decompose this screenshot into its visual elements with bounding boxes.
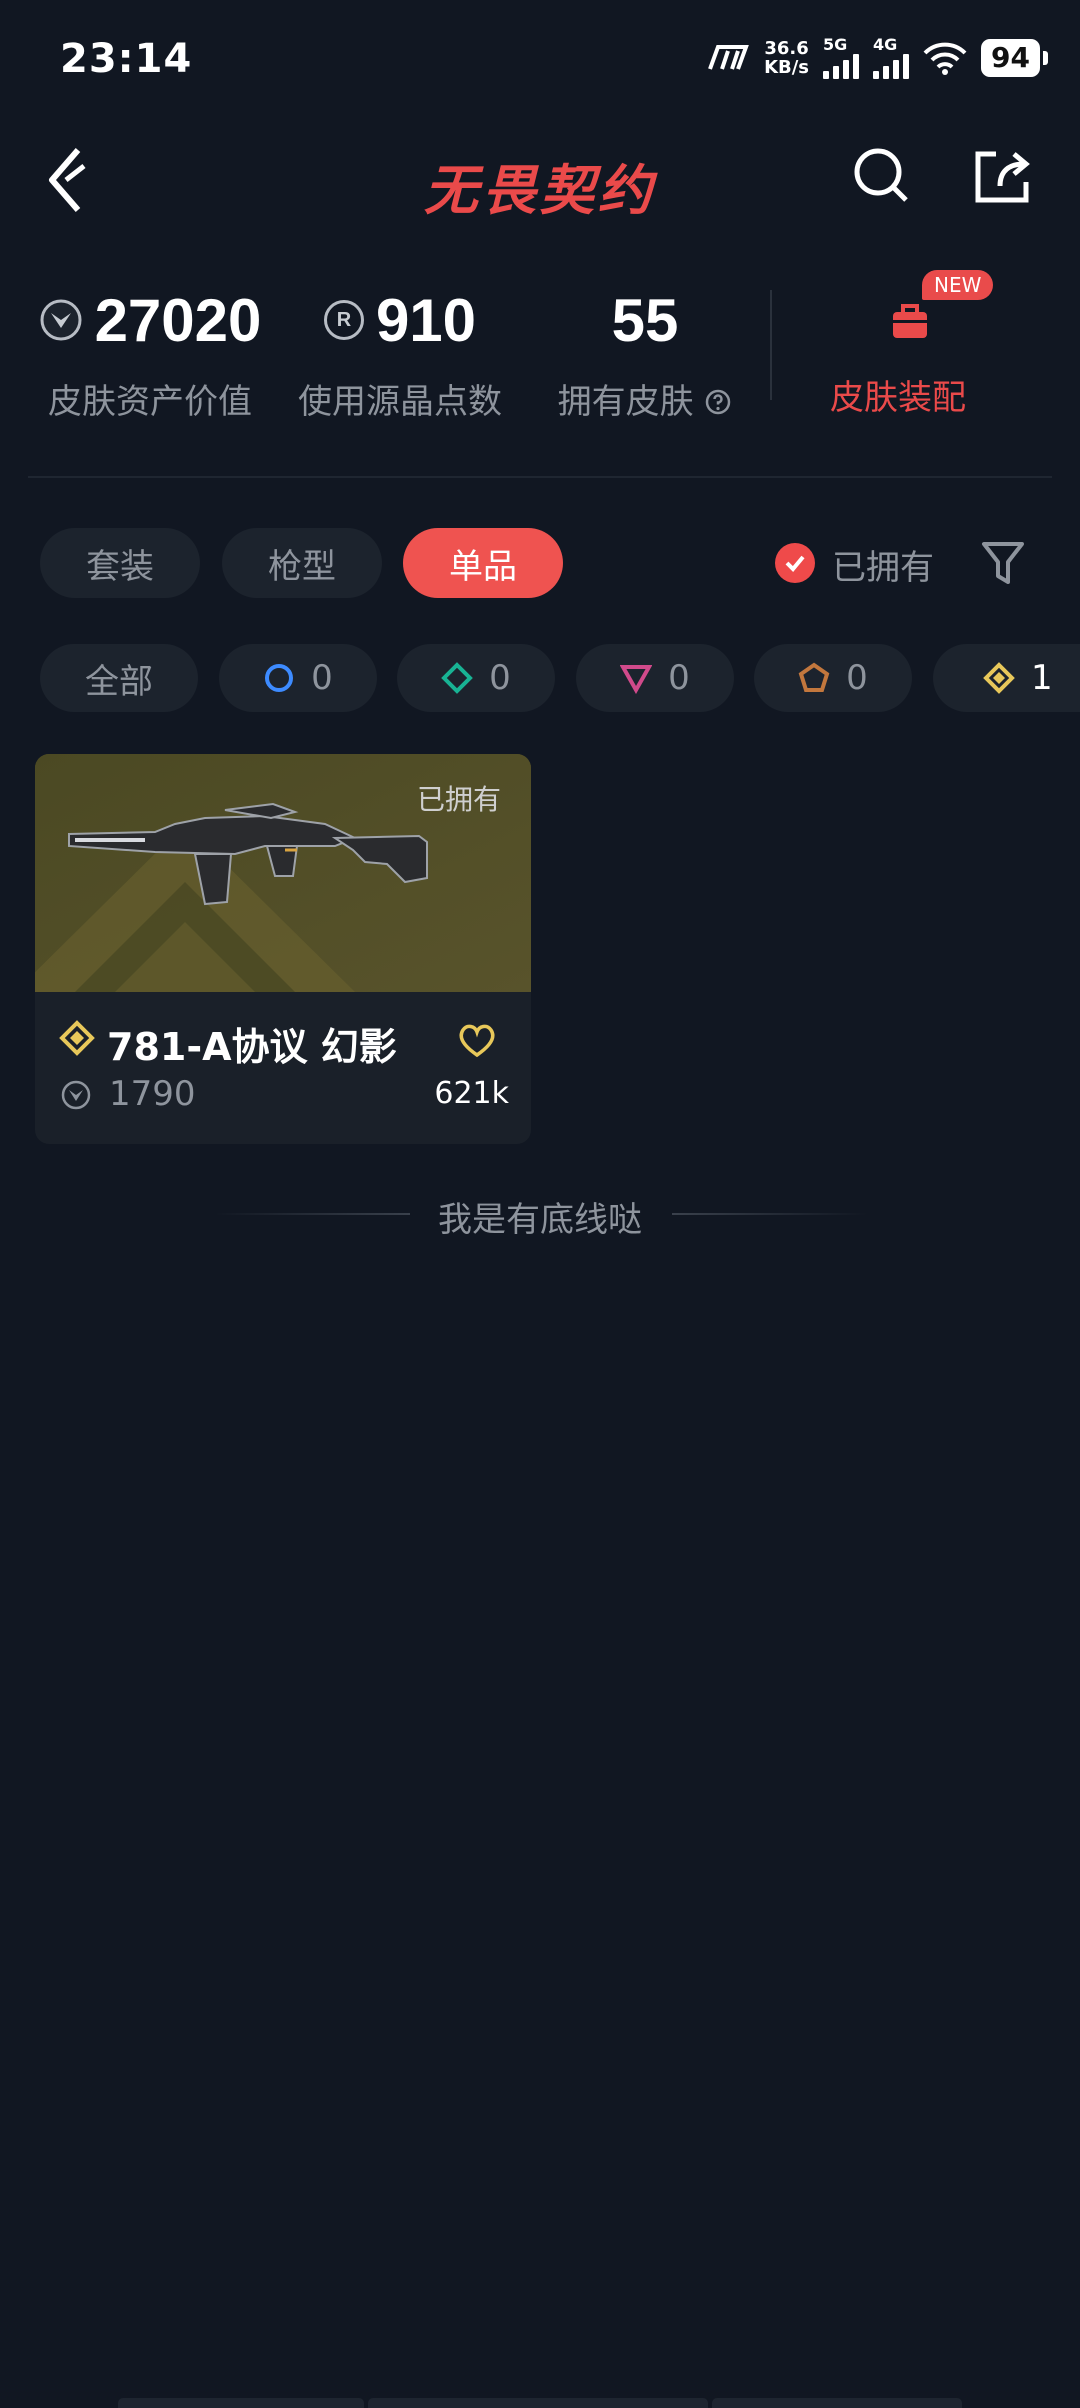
select-edition-icon bbox=[265, 664, 294, 692]
exclusive-edition-icon bbox=[798, 662, 830, 692]
owned-tag: 已拥有 bbox=[416, 783, 501, 816]
chip-count: 0 bbox=[311, 658, 333, 698]
skin-price: 1790 bbox=[109, 1074, 196, 1114]
stat-asset-value-number: 27020 bbox=[94, 286, 262, 354]
share-button[interactable] bbox=[972, 146, 1032, 206]
chip-count: 0 bbox=[846, 658, 868, 698]
ultra-edition-icon bbox=[983, 662, 1015, 694]
app-logo: 无畏契约 bbox=[424, 159, 656, 222]
stat-radianite-number: 910 bbox=[375, 286, 477, 354]
stat-radianite: R 910 使用源晶点数 bbox=[285, 280, 515, 423]
chip-ultra-edition[interactable]: 1 bbox=[933, 644, 1080, 712]
help-icon[interactable] bbox=[704, 388, 732, 416]
stats-divider bbox=[770, 290, 772, 400]
chip-count: 1 bbox=[1031, 658, 1053, 698]
owned-filter-label[interactable]: 已拥有 bbox=[832, 540, 934, 589]
tab-single-items[interactable]: 单品 bbox=[403, 528, 563, 598]
chip-all-label: 全部 bbox=[85, 661, 153, 702]
skin-name: 781-A协议 幻影 bbox=[107, 1025, 397, 1069]
ultra-edition-icon bbox=[59, 1020, 95, 1056]
new-badge: NEW bbox=[922, 270, 994, 300]
stat-owned-skins-label: 拥有皮肤 bbox=[557, 382, 694, 422]
chip-all[interactable]: 全部 bbox=[40, 644, 198, 712]
status-time: 23:14 bbox=[60, 36, 193, 82]
skin-outfit-button[interactable]: 皮肤装配 bbox=[830, 370, 966, 419]
tab-weapon-types[interactable]: 枪型 bbox=[222, 528, 382, 598]
check-icon bbox=[785, 555, 805, 572]
owned-checkbox[interactable] bbox=[775, 543, 815, 583]
chip-select-edition[interactable]: 0 bbox=[219, 644, 377, 712]
skin-image: 已拥有 bbox=[35, 754, 531, 992]
wifi-icon bbox=[923, 42, 967, 75]
chip-exclusive-edition[interactable]: 0 bbox=[754, 644, 912, 712]
chip-count: 0 bbox=[668, 658, 690, 698]
bottom-nav-segment bbox=[118, 2398, 364, 2408]
chip-count: 0 bbox=[489, 658, 511, 698]
skin-card[interactable]: 已拥有 781-A协议 幻影 1790 621k bbox=[35, 754, 531, 1144]
chip-deluxe-edition[interactable]: 0 bbox=[397, 644, 555, 712]
stat-radianite-label: 使用源晶点数 bbox=[298, 382, 502, 422]
favorite-heart-icon[interactable] bbox=[457, 1022, 497, 1058]
like-count: 621k bbox=[434, 1076, 509, 1111]
battery-indicator: 94 bbox=[981, 39, 1048, 77]
stat-asset-value: 27020 皮肤资产价值 bbox=[30, 280, 270, 423]
stat-owned-skins[interactable]: 55 拥有皮肤 bbox=[540, 280, 750, 423]
end-of-list-text: 我是有底线哒 bbox=[438, 1200, 642, 1240]
valorant-points-icon bbox=[40, 299, 82, 341]
tab-bundles[interactable]: 套装 bbox=[40, 528, 200, 598]
stat-owned-skins-number: 55 bbox=[611, 286, 679, 354]
filter-icon[interactable] bbox=[980, 538, 1026, 588]
radianite-icon: R bbox=[323, 300, 364, 340]
end-divider-right bbox=[672, 1213, 867, 1215]
locker-icon[interactable] bbox=[890, 300, 930, 340]
section-divider bbox=[28, 476, 1052, 478]
status-indicators: 36.6 KB/s 5G 4G 94 bbox=[704, 30, 1048, 86]
signal-4g-icon: 4G bbox=[873, 37, 910, 79]
chip-premium-edition[interactable]: 0 bbox=[576, 644, 734, 712]
bottom-nav-segment bbox=[368, 2398, 708, 2408]
bottom-nav-segment bbox=[712, 2398, 962, 2408]
deluxe-edition-icon bbox=[441, 662, 474, 694]
data-saver-icon bbox=[708, 45, 749, 70]
valorant-points-icon bbox=[61, 1080, 91, 1110]
search-button[interactable] bbox=[852, 146, 912, 206]
signal-5g-icon: 5G bbox=[823, 37, 860, 79]
network-speed: 36.6 KB/s bbox=[764, 38, 810, 78]
premium-edition-icon bbox=[620, 665, 653, 694]
stat-asset-value-label: 皮肤资产价值 bbox=[48, 382, 252, 422]
